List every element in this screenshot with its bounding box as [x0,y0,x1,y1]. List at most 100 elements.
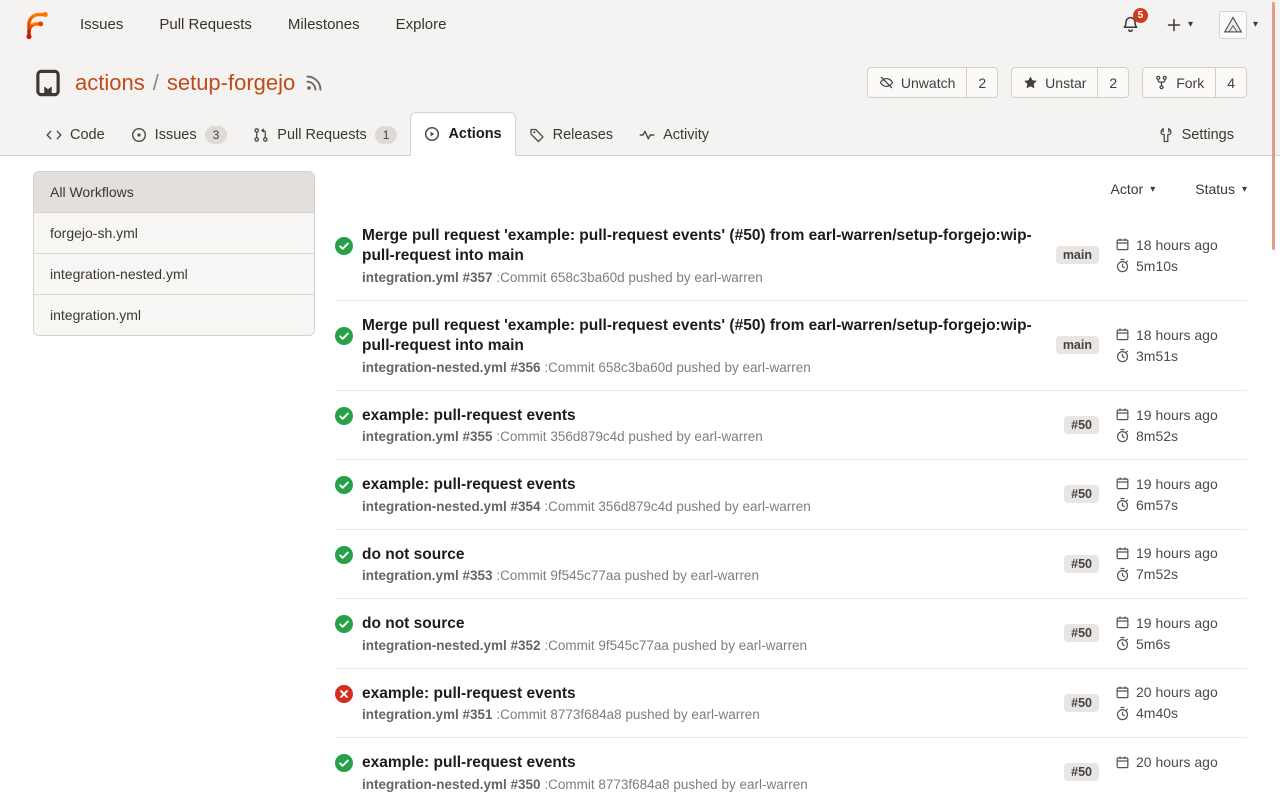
run-workflow-link[interactable]: integration.yml #355 [362,429,493,444]
run-ref-badge[interactable]: #50 [1064,763,1099,781]
tab-settings[interactable]: Settings [1145,115,1247,155]
run-title-link[interactable]: example: pull-request events [362,475,576,495]
navbar-link[interactable]: Pull Requests [159,16,252,33]
repo-owner-link[interactable]: actions [75,70,145,96]
repo-action-count[interactable]: 2 [1097,68,1128,97]
pull-request-icon [253,127,269,143]
actor-filter-dropdown[interactable]: Actor ▾ [1111,181,1156,197]
tab-activity[interactable]: Activity [626,115,722,155]
navbar-link[interactable]: Issues [80,16,123,33]
run-title-link[interactable]: example: pull-request events [362,753,576,773]
run-main: example: pull-request events integration… [335,753,1064,791]
status-filter-dropdown[interactable]: Status ▾ [1195,181,1247,197]
status-filter-label: Status [1195,181,1235,197]
repo-action-label: Unwatch [901,75,955,91]
run-title-link[interactable]: Merge pull request 'example: pull-reques… [362,316,1036,357]
run-workflow-link[interactable]: integration-nested.yml #356 [362,360,541,375]
repo-action-main[interactable]: Unstar [1012,68,1097,97]
run-ref-badge[interactable]: #50 [1064,485,1099,503]
run-row: Merge pull request 'example: pull-reques… [335,300,1247,390]
repo-action-main[interactable]: Fork [1143,68,1215,97]
run-meta: #50 19 hours ago 5m6s [1064,615,1247,652]
navbar-link[interactable]: Explore [396,16,447,33]
calendar-icon [1115,476,1130,491]
repo-action-main[interactable]: Unwatch [868,68,966,97]
run-workflow-link[interactable]: integration.yml #353 [362,568,493,583]
run-row: example: pull-request events integration… [335,459,1247,528]
create-new-button[interactable]: ▾ [1166,17,1193,33]
runs-panel: Actor ▾ Status ▾ Merge pull request 'exa… [335,171,1247,800]
run-workflow-link[interactable]: integration-nested.yml #354 [362,499,541,514]
run-ref-badge[interactable]: #50 [1064,694,1099,712]
run-title-link[interactable]: do not source [362,545,464,565]
rss-feed-icon[interactable] [305,73,324,92]
run-row: Merge pull request 'example: pull-reques… [335,211,1247,300]
run-workflow-link[interactable]: integration-nested.yml #352 [362,638,541,653]
tab-settings-label: Settings [1182,127,1234,143]
repo-action-button[interactable]: Unwatch 2 [867,67,998,98]
stopwatch-icon [1115,636,1130,651]
tab-code[interactable]: Code [33,115,118,155]
repo-action-label: Unstar [1045,75,1086,91]
tab-actions[interactable]: Actions [410,112,515,156]
issue-icon [131,127,147,143]
run-main: Merge pull request 'example: pull-reques… [335,316,1056,375]
tab-label: Activity [663,127,709,143]
user-menu-button[interactable]: ▾ [1219,11,1258,39]
run-meta: #50 19 hours ago 7m52s [1064,545,1247,582]
repository-icon [33,68,63,98]
tab-releases[interactable]: Releases [516,115,626,155]
run-title-link[interactable]: example: pull-request events [362,684,576,704]
workflow-item[interactable]: integration.yml [34,295,314,335]
notifications-button[interactable]: 5 [1121,15,1140,34]
fork-icon [1154,75,1169,90]
run-ref-badge[interactable]: #50 [1064,624,1099,642]
run-meta: main 18 hours ago 3m51s [1056,327,1247,364]
run-meta: main 18 hours ago 5m10s [1056,237,1247,274]
run-subtitle: integration-nested.yml #354 :Commit 356d… [362,499,1044,514]
run-meta: #50 20 hours ago [1064,754,1247,790]
run-filters: Actor ▾ Status ▾ [335,171,1247,211]
workflow-item[interactable]: All Workflows [34,172,314,213]
tag-icon [529,127,545,143]
run-row: example: pull-request events integration… [335,668,1247,737]
run-ref-badge[interactable]: #50 [1064,416,1099,434]
forgejo-logo-icon[interactable] [22,10,52,40]
run-ref-badge[interactable]: main [1056,246,1099,264]
calendar-icon [1115,327,1130,342]
run-main: example: pull-request events integration… [335,684,1064,722]
run-subtitle: integration.yml #353 :Commit 9f545c77aa … [362,568,1044,583]
run-main: example: pull-request events integration… [335,475,1064,513]
activity-icon [639,127,655,143]
success-check-icon [335,407,353,425]
repo-action-count[interactable]: 4 [1215,68,1246,97]
workflow-item[interactable]: integration-nested.yml [34,254,314,295]
run-ref-badge[interactable]: main [1056,336,1099,354]
navbar-link[interactable]: Milestones [288,16,360,33]
run-title-link[interactable]: do not source [362,614,464,634]
runs-list: Merge pull request 'example: pull-reques… [335,211,1247,800]
run-title-link[interactable]: Merge pull request 'example: pull-reques… [362,226,1036,267]
run-time: 18 hours ago [1115,327,1247,343]
vertical-scrollbar[interactable] [1272,2,1275,250]
run-ref-badge[interactable]: #50 [1064,555,1099,573]
success-check-icon [335,754,353,772]
tab-issues[interactable]: Issues 3 [118,115,241,155]
tab-label: Releases [553,127,613,143]
run-title-link[interactable]: example: pull-request events [362,406,576,426]
run-duration: 8m52s [1115,428,1247,444]
run-workflow-link[interactable]: integration.yml #357 [362,270,493,285]
stopwatch-icon [1115,706,1130,721]
workflow-item[interactable]: forgejo-sh.yml [34,213,314,254]
run-meta: #50 19 hours ago 6m57s [1064,476,1247,513]
run-workflow-link[interactable]: integration-nested.yml #350 [362,777,541,792]
tab-pull-requests[interactable]: Pull Requests 1 [240,115,410,155]
repo-action-button[interactable]: Fork 4 [1142,67,1247,98]
repo-action-count[interactable]: 2 [966,68,997,97]
repo-action-button[interactable]: Unstar 2 [1011,67,1129,98]
run-meta: #50 20 hours ago 4m40s [1064,684,1247,721]
repo-name-link[interactable]: setup-forgejo [167,70,295,96]
success-check-icon [335,546,353,564]
run-workflow-link[interactable]: integration.yml #351 [362,707,493,722]
run-subtitle: integration-nested.yml #350 :Commit 8773… [362,777,1044,792]
